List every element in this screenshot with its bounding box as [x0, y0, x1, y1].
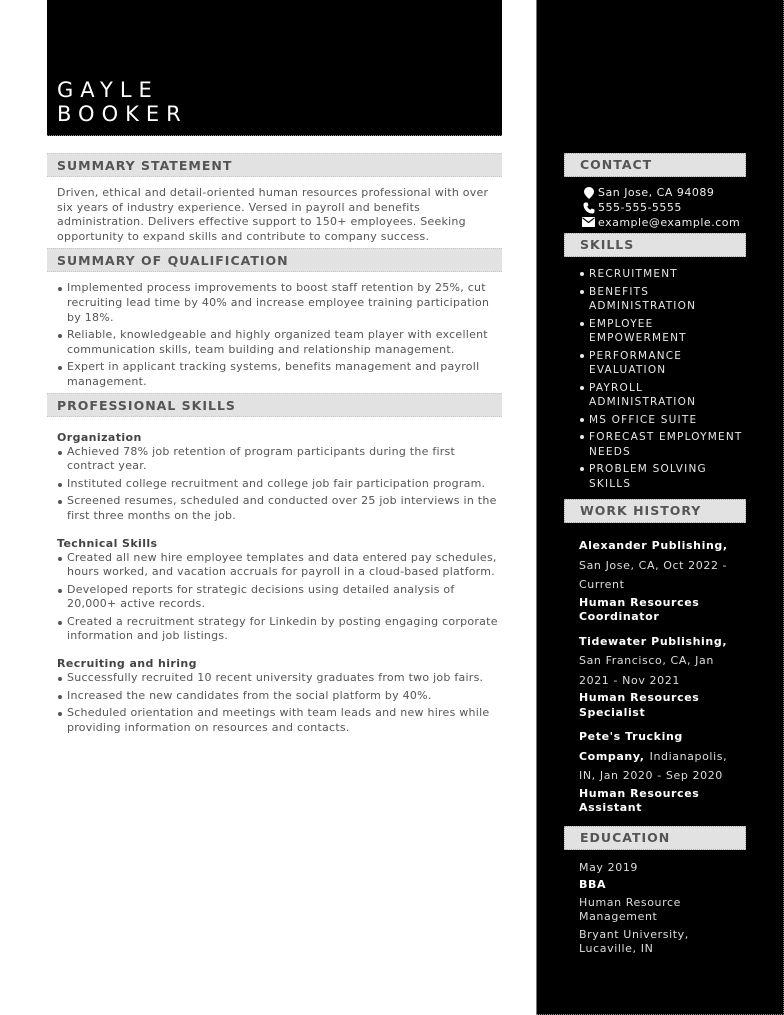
list-item: BENEFITS ADMINISTRATION — [579, 285, 709, 314]
summary-text: Driven, ethical and detail-oriented huma… — [57, 186, 489, 243]
contact-address: San Jose, CA 94089 — [579, 185, 746, 200]
qualification-heading: SUMMARY OF QUALIFICATION — [47, 248, 502, 273]
list-item: Created a recruitment strategy for Linke… — [57, 615, 502, 644]
job-entry: Tidewater Publishing, San Francisco, CA,… — [579, 630, 746, 721]
list-item: Reliable, knowledgeable and highly organ… — [57, 328, 502, 357]
phone-icon — [579, 200, 598, 214]
job-title: Human Resources Coordinator — [579, 595, 700, 624]
contact-email: example@example.com — [579, 215, 746, 230]
skill-group-title: Technical Skills — [57, 536, 158, 550]
contact-heading: CONTACT — [564, 153, 746, 177]
summary-heading: SUMMARY STATEMENT — [47, 153, 502, 177]
list-item: Screened resumes, scheduled and conducte… — [57, 494, 502, 523]
main-column: SUMMARY STATEMENT Driven, ethical and de… — [47, 153, 502, 738]
list-item: RECRUITMENT — [579, 267, 751, 282]
list-item: FORECAST EMPLOYMENT NEEDS — [579, 430, 751, 459]
contact-list: San Jose, CA 94089 555-555-5555 example@… — [564, 177, 746, 230]
skill-group-title: Organization — [57, 430, 142, 444]
contact-phone: 555-555-5555 — [579, 200, 746, 215]
education-entry: May 2019 BBA Human Resource Management B… — [564, 850, 746, 957]
list-item: Expert in applicant tracking systems, be… — [57, 360, 502, 389]
job-location: San Francisco, CA, Jan 2021 - Nov 2021 — [579, 654, 714, 687]
education-degree: BBA — [579, 878, 607, 891]
job-location: San Jose, CA, Oct 2022 - Current — [579, 558, 728, 592]
first-name: GAYLE — [57, 78, 159, 102]
skill-group-list: Created all new hire employee templates … — [47, 551, 502, 645]
education-date: May 2019 — [579, 860, 639, 874]
map-pin-icon — [579, 185, 598, 199]
work-history-heading: WORK HISTORY — [564, 499, 746, 523]
skill-group-list: Achieved 78% job retention of program pa… — [47, 445, 502, 524]
envelope-icon — [579, 215, 598, 227]
sidebar: CONTACT San Jose, CA 94089 555-555-5555 … — [536, 0, 784, 1015]
skill-group-list: Successfully recruited 10 recent univers… — [47, 671, 502, 735]
list-item: PAYROLL ADMINISTRATION — [579, 381, 709, 410]
list-item: EMPLOYEE EMPOWERMENT — [579, 317, 709, 346]
skills-heading: SKILLS — [564, 233, 746, 257]
job-title: Human Resources Specialist — [579, 691, 700, 719]
list-item: Achieved 78% job retention of program pa… — [57, 445, 502, 474]
list-item: Scheduled orientation and meetings with … — [57, 706, 502, 735]
job-company: Alexander Publishing, — [579, 539, 728, 552]
list-item: Created all new hire employee templates … — [57, 551, 502, 580]
work-history-list: Alexander Publishing, San Jose, CA, Oct … — [564, 523, 746, 826]
list-item: MS OFFICE SUITE — [579, 413, 751, 428]
list-item: Successfully recruited 10 recent univers… — [57, 671, 502, 686]
job-entry: Alexander Publishing, San Jose, CA, Oct … — [579, 534, 746, 625]
list-item: Increased the new candidates from the so… — [57, 689, 502, 704]
list-item: Developed reports for strategic decision… — [57, 583, 502, 612]
education-field: Human Resource Management — [579, 895, 682, 924]
job-entry: Pete's Trucking Company, Indianapolis, I… — [579, 725, 746, 816]
skills-list: RECRUITMENT BENEFITS ADMINISTRATION EMPL… — [564, 257, 746, 499]
job-company: Tidewater Publishing, — [579, 634, 728, 648]
list-item: Implemented process improvements to boos… — [57, 281, 502, 325]
list-item: PROBLEM SOLVING SKILLS — [579, 462, 729, 491]
list-item: PERFORMANCE EVALUATION — [579, 349, 709, 378]
qualification-list: Implemented process improvements to boos… — [47, 281, 502, 389]
professional-skills-heading: PROFESSIONAL SKILLS — [47, 392, 502, 417]
skill-group-title: Recruiting and hiring — [57, 657, 197, 671]
education-heading: EDUCATION — [564, 825, 746, 850]
name-header: GAYLE BOOKER — [47, 0, 502, 136]
education-school: Bryant University, Lucaville, IN — [579, 927, 689, 956]
candidate-name: GAYLE BOOKER — [57, 78, 188, 126]
list-item: Instituted college recruitment and colle… — [57, 477, 502, 492]
last-name: BOOKER — [57, 102, 188, 126]
job-title: Human Resources Assistant — [579, 786, 700, 815]
